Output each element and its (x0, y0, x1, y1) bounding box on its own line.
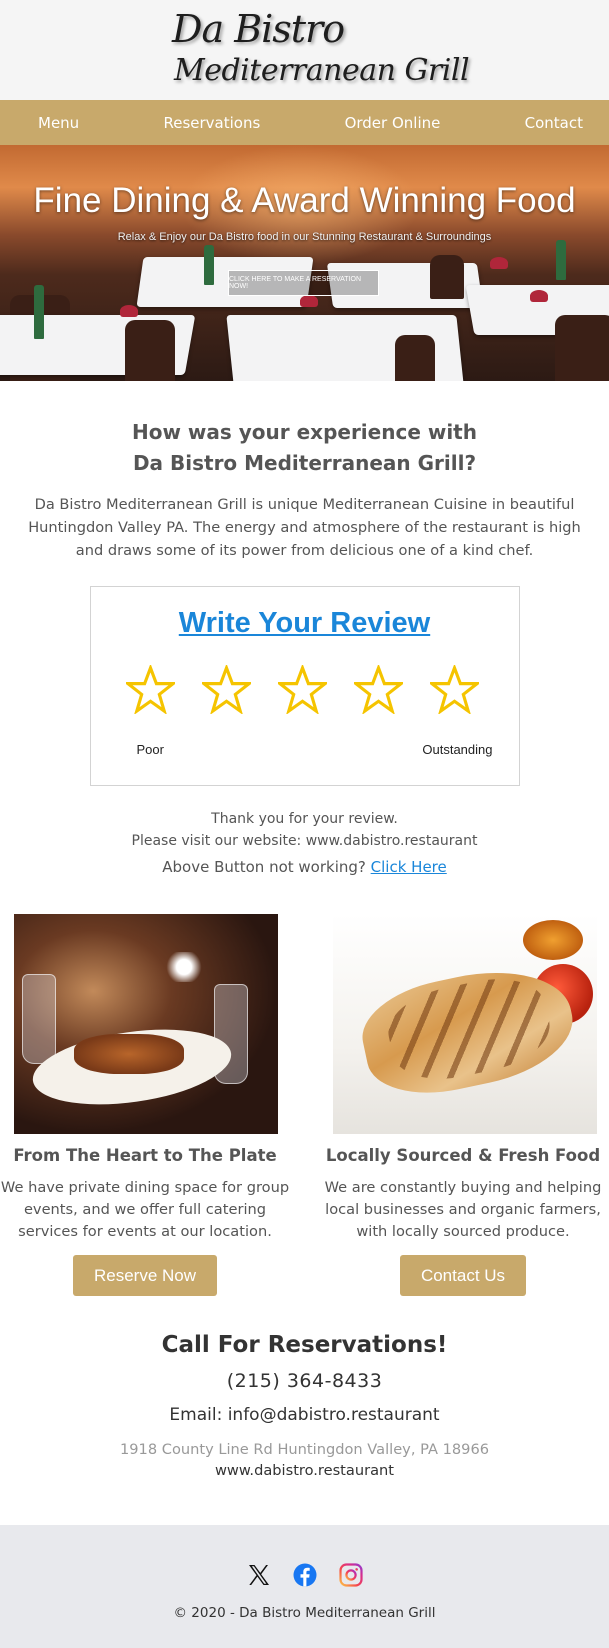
nav-menu[interactable]: Menu (38, 114, 79, 132)
write-review-link[interactable]: Write Your Review (91, 607, 519, 640)
feature-text: We have private dining space for group e… (0, 1179, 290, 1240)
email-address[interactable]: Email: info@dabistro.restaurant (0, 1405, 609, 1425)
thank-you-text: Thank you for your review. Please visit … (0, 808, 609, 852)
nav-contact[interactable]: Contact (525, 114, 583, 132)
reserve-now-button[interactable]: Reserve Now (72, 1255, 218, 1296)
review-heading: How was your experience with Da Bistro M… (0, 417, 609, 479)
main-nav: Menu Reservations Order Online Contact (0, 100, 609, 145)
website-link[interactable]: www.dabistro.restaurant (0, 1462, 609, 1479)
star-rating (125, 665, 479, 714)
logo-line-2: Mediterranean Grill (174, 53, 470, 88)
star-icon-5[interactable] (429, 665, 479, 714)
fallback-text: Above Button not working? Click Here (0, 858, 609, 876)
feature-text: We are constantly buying and helping loc… (324, 1179, 602, 1240)
feature-card-right: Locally Sourced & Fresh Food We are cons… (318, 914, 608, 1296)
nav-reservations[interactable]: Reservations (163, 114, 260, 132)
hero-banner: Fine Dining & Award Winning Food Relax &… (0, 145, 609, 381)
feature-card-left: From The Heart to The Plate We have priv… (0, 914, 290, 1296)
star-icon-3[interactable] (277, 665, 327, 714)
make-reservation-button[interactable]: CLICK HERE TO MAKE A RESERVATION NOW! (228, 270, 379, 296)
star-icon-2[interactable] (201, 665, 251, 714)
logo-line-1: Da Bistro (172, 7, 345, 51)
feature-title: From The Heart to The Plate (13, 1146, 277, 1165)
star-icon-4[interactable] (353, 665, 403, 714)
header-logo-bar: Da Bistro Mediterranean Grill (0, 0, 609, 100)
fallback-question: Above Button not working? (162, 858, 366, 876)
dining-photo (14, 914, 278, 1134)
review-heading-line-1: How was your experience with (132, 420, 477, 444)
facebook-icon[interactable] (293, 1563, 317, 1587)
click-here-link[interactable]: Click Here (371, 858, 447, 876)
thank-you-line: Thank you for your review. (211, 811, 398, 827)
copyright: © 2020 - Da Bistro Mediterranean Grill (173, 1605, 436, 1621)
contact-us-button[interactable]: Contact Us (399, 1255, 527, 1296)
phone-number[interactable]: (215) 364-8433 (0, 1370, 609, 1392)
social-links (247, 1563, 363, 1587)
call-heading: Call For Reservations! (161, 1332, 448, 1358)
fish-dish-photo (333, 914, 597, 1134)
hero-subtitle: Relax & Enjoy our Da Bistro food in our … (117, 231, 492, 243)
features-section: From The Heart to The Plate We have priv… (0, 914, 609, 1304)
footer: © 2020 - Da Bistro Mediterranean Grill (0, 1525, 609, 1648)
rating-high-label: Outstanding (422, 742, 493, 757)
feature-title: Locally Sourced & Fresh Food (325, 1146, 601, 1165)
intro-text: Da Bistro Mediterranean Grill is unique … (28, 496, 581, 559)
review-box: Write Your Review Poor Outstanding (89, 586, 520, 786)
rating-low-label: Poor (136, 742, 164, 757)
street-address: 1918 County Line Rd Huntingdon Valley, P… (119, 1441, 490, 1458)
logo[interactable]: Da Bistro Mediterranean Grill (172, 7, 470, 92)
visit-website-line: Please visit our website: www.dabistro.r… (131, 833, 478, 849)
review-heading-line-2: Da Bistro Mediterranean Grill? (132, 451, 477, 475)
reservations-contact: Call For Reservations! (215) 364-8433 Em… (0, 1332, 609, 1479)
star-icon-1[interactable] (125, 665, 175, 714)
nav-order-online[interactable]: Order Online (345, 114, 441, 132)
hero-title: Fine Dining & Award Winning Food (33, 181, 576, 220)
instagram-icon[interactable] (339, 1563, 363, 1587)
x-icon[interactable] (247, 1563, 271, 1587)
